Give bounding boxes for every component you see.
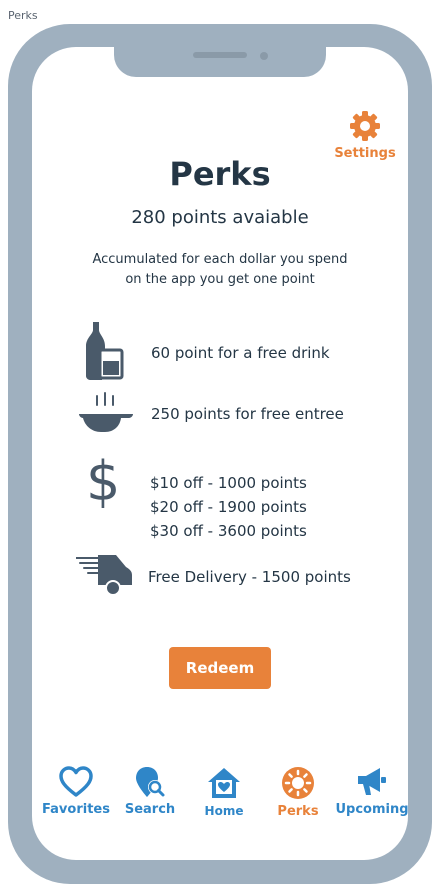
tab-search-label: Search xyxy=(124,802,176,817)
tab-home-label: Home xyxy=(204,804,244,818)
tab-home[interactable]: Home xyxy=(184,766,264,818)
page-label: Perks xyxy=(8,9,38,22)
perk-text-discount-30: $30 off - 3600 points xyxy=(150,522,307,540)
perk-text-discount-20: $20 off - 1900 points xyxy=(150,498,307,516)
tab-favorites-label: Favorites xyxy=(42,802,110,817)
perk-item-discounts: $ $10 off - 1000 points $20 off - 1900 p… xyxy=(70,450,390,545)
gear-icon xyxy=(350,111,380,141)
description-line-2: on the app you get one point xyxy=(125,272,315,287)
drink-icon xyxy=(86,322,124,380)
perk-item-drink: 60 point for a free drink xyxy=(70,322,390,382)
heart-icon xyxy=(59,766,93,797)
points-available: 280 points avaiable xyxy=(131,207,309,228)
megaphone-icon xyxy=(358,768,386,795)
tab-favorites[interactable]: Favorites xyxy=(36,766,116,817)
tab-perks-label: Perks xyxy=(277,804,319,819)
settings-button[interactable]: Settings xyxy=(330,110,400,161)
page-title: Perks xyxy=(169,155,271,193)
home-icon xyxy=(208,768,240,798)
perk-text-entree: 250 points for free entree xyxy=(151,405,344,423)
redeem-button[interactable]: Redeem xyxy=(169,647,271,689)
map-search-icon xyxy=(136,767,165,797)
perk-text-delivery: Free Delivery - 1500 points xyxy=(148,568,351,586)
perk-text-discount-10: $10 off - 1000 points xyxy=(150,474,307,492)
perk-item-entree: 250 points for free entree xyxy=(70,392,390,438)
entree-pan-icon xyxy=(79,392,133,432)
bottom-tab-bar: Favorites Search Home Perks Upcoming xyxy=(32,766,409,830)
perks-badge-icon xyxy=(282,767,314,799)
phone-camera xyxy=(260,52,268,60)
points-description: Accumulated for each dollar you spend on… xyxy=(70,250,370,290)
tab-perks[interactable]: Perks xyxy=(258,766,338,819)
description-line-1: Accumulated for each dollar you spend xyxy=(92,252,348,267)
delivery-truck-icon xyxy=(76,555,132,596)
tab-upcoming[interactable]: Upcoming xyxy=(332,766,412,817)
perk-text-drink: 60 point for a free drink xyxy=(151,344,330,362)
phone-speaker xyxy=(193,52,247,58)
perk-item-delivery: Free Delivery - 1500 points xyxy=(70,552,390,600)
dollar-icon: $ xyxy=(86,450,121,513)
tab-search[interactable]: Search xyxy=(110,766,190,817)
tab-upcoming-label: Upcoming xyxy=(335,802,409,817)
